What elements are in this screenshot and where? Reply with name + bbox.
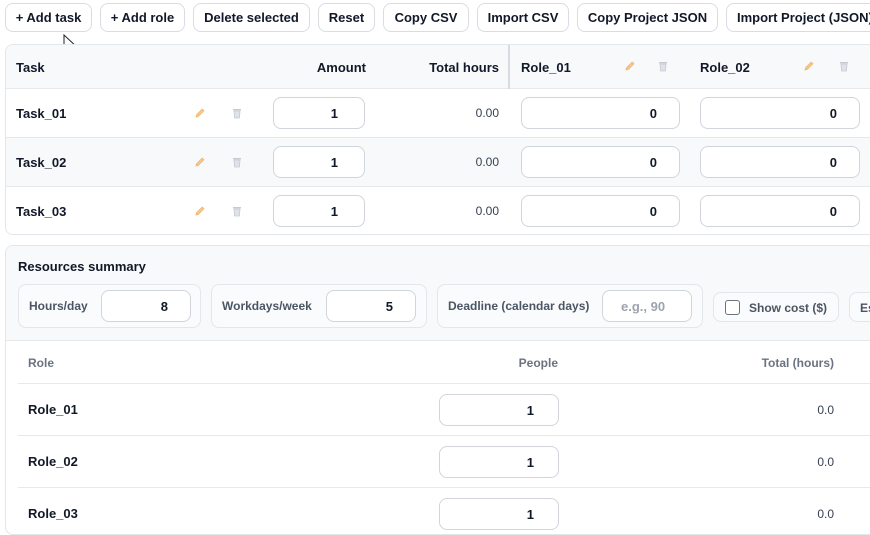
table-row: Task_02 1 0.00 0 0 (6, 138, 870, 187)
delete-task-button[interactable] (230, 204, 244, 218)
summary-settings: Resources summary Hours/day 8 Workdays/w… (6, 246, 870, 341)
workdays-per-week-label: Workdays/week (222, 299, 312, 313)
total-hours-value: 0.00 (475, 204, 499, 218)
amount-input[interactable]: 1 (273, 195, 365, 227)
delete-role-02-button[interactable] (837, 59, 851, 73)
pencil-icon (195, 108, 205, 118)
role-01-column-header: Role_01 (521, 59, 571, 75)
people-input[interactable]: 1 (439, 394, 559, 426)
delete-task-button[interactable] (230, 106, 244, 120)
add-role-button[interactable]: + Add role (100, 3, 185, 32)
trash-icon (233, 158, 241, 168)
trash-icon (233, 207, 241, 217)
edit-role-01-button[interactable] (623, 59, 637, 73)
role-total-hours-value: 0.0 (817, 402, 834, 417)
deadline-input[interactable]: e.g., 90 (602, 290, 692, 322)
people-column-header: People (518, 355, 558, 370)
add-task-button[interactable]: + Add task (5, 3, 92, 32)
task-column-header: Task (16, 59, 45, 75)
edit-task-button[interactable] (193, 106, 207, 120)
import-project-json-button[interactable]: Import Project (JSON) (726, 3, 870, 32)
table-row: Task_03 1 0.00 0 0 (6, 187, 870, 234)
task-name[interactable]: Task_01 (16, 89, 66, 137)
amount-input[interactable]: 1 (273, 146, 365, 178)
people-input[interactable]: 1 (439, 498, 559, 530)
total-hours-column-header: Total hours (429, 59, 499, 75)
show-cost-checkbox[interactable] (725, 300, 740, 315)
role-01-hours-input[interactable]: 0 (521, 195, 680, 227)
role-02-column-header: Role_02 (700, 59, 750, 75)
edit-task-button[interactable] (193, 155, 207, 169)
import-csv-button[interactable]: Import CSV (477, 3, 569, 32)
role-name: Role_03 (28, 506, 78, 521)
amount-input[interactable]: 1 (273, 97, 365, 129)
people-input[interactable]: 1 (439, 446, 559, 478)
total-hours-value: 0.00 (475, 106, 499, 120)
task-name[interactable]: Task_03 (16, 187, 66, 234)
total-hours-column-header: Total (hours) (761, 355, 834, 370)
trash-icon (233, 109, 241, 119)
table-row: Task_01 1 0.00 0 0 (6, 89, 870, 138)
role-column-header: Role (28, 355, 55, 370)
cut-off-label: Es (860, 301, 870, 315)
deadline-label: Deadline (calendar days) (448, 299, 590, 313)
pencil-icon (195, 157, 205, 167)
workdays-per-week-input[interactable]: 5 (326, 290, 416, 322)
task-name[interactable]: Task_02 (16, 138, 66, 186)
summary-title: Resources summary (18, 258, 146, 274)
toolbar: + Add task + Add role Delete selected Re… (0, 0, 870, 36)
delete-selected-button[interactable]: Delete selected (193, 3, 310, 32)
show-cost-toggle[interactable]: Show cost ($) (713, 292, 839, 322)
total-hours-value: 0.00 (475, 155, 499, 169)
deadline-placeholder: e.g., 90 (621, 298, 666, 314)
summary-table: Role People Total (hours) Role_01 1 0.0 … (18, 341, 870, 534)
role-name: Role_02 (28, 454, 78, 469)
trash-icon (840, 62, 848, 72)
role-01-hours-input[interactable]: 0 (521, 97, 680, 129)
delete-task-button[interactable] (230, 155, 244, 169)
hours-per-day-field: Hours/day 8 (18, 284, 201, 328)
amount-column-header: Amount (316, 59, 366, 75)
show-cost-label: Show cost ($) (749, 301, 828, 315)
resources-summary: Resources summary Hours/day 8 Workdays/w… (5, 245, 870, 535)
task-table-header: Task Amount Total hours Role_01 Role_02 (6, 45, 870, 89)
table-row: Role_02 1 0.0 (18, 436, 870, 488)
deadline-field: Deadline (calendar days) e.g., 90 (437, 284, 703, 328)
table-row: Role_03 1 0.0 (18, 488, 870, 534)
copy-project-json-button[interactable]: Copy Project JSON (577, 3, 718, 32)
workdays-per-week-field: Workdays/week 5 (211, 284, 427, 328)
role-02-hours-input[interactable]: 0 (700, 195, 860, 227)
role-02-hours-input[interactable]: 0 (700, 146, 860, 178)
summary-table-header: Role People Total (hours) (18, 341, 870, 384)
pencil-icon (804, 61, 814, 71)
table-row: Role_01 1 0.0 (18, 384, 870, 436)
edit-task-button[interactable] (193, 204, 207, 218)
hours-per-day-label: Hours/day (29, 299, 88, 313)
edit-role-02-button[interactable] (802, 59, 816, 73)
task-table: Task Amount Total hours Role_01 Role_02 … (5, 44, 870, 235)
pencil-icon (625, 61, 635, 71)
copy-csv-button[interactable]: Copy CSV (383, 3, 469, 32)
delete-role-01-button[interactable] (656, 59, 670, 73)
role-name: Role_01 (28, 402, 78, 417)
reset-button[interactable]: Reset (318, 3, 375, 32)
role-01-hours-input[interactable]: 0 (521, 146, 680, 178)
pencil-icon (195, 206, 205, 216)
cut-off-field: Es (849, 292, 870, 322)
role-total-hours-value: 0.0 (817, 506, 834, 521)
hours-per-day-input[interactable]: 8 (101, 290, 191, 322)
role-02-hours-input[interactable]: 0 (700, 97, 860, 129)
trash-icon (659, 62, 667, 72)
role-total-hours-value: 0.0 (817, 454, 834, 469)
